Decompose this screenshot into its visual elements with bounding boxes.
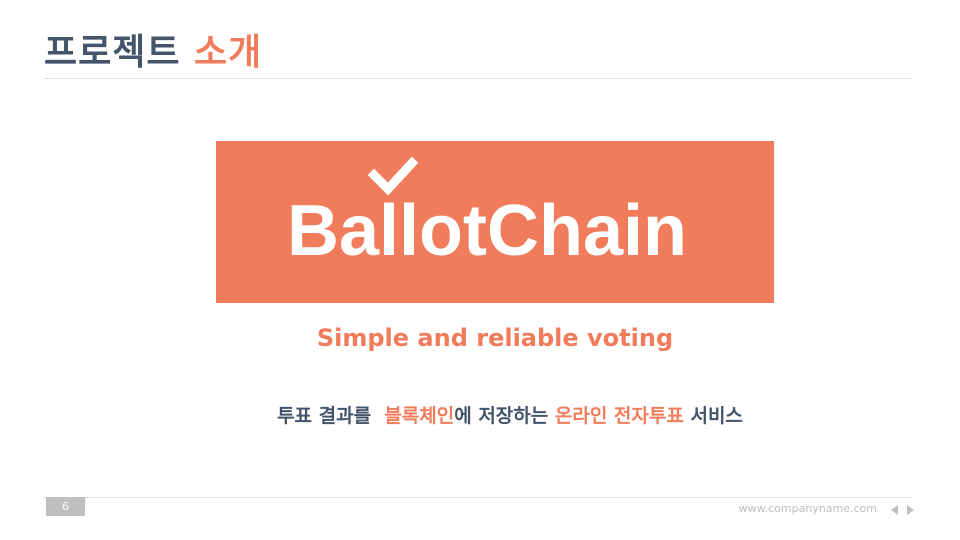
description: 투표 결과를 블록체인에 저장하는 온라인 전자투표 서비스: [150, 402, 870, 430]
title-divider: [44, 78, 912, 79]
footer-website: www.companyname.com: [738, 502, 877, 515]
slide-title-main: 프로젝트: [44, 32, 181, 73]
description-part1: 투표 결과를: [277, 405, 385, 427]
description-part3: 서비스: [683, 405, 743, 427]
slide-title-accent: 소개: [194, 32, 263, 73]
triangle-right-icon[interactable]: [906, 503, 916, 517]
page-number: 6: [46, 497, 85, 516]
description-highlight-evoting: 온라인 전자투표: [554, 405, 684, 427]
logo-banner: BallotChain: [216, 141, 774, 303]
logo-text: BallotChain: [286, 191, 687, 271]
slide-title: 프로젝트 소개: [44, 30, 262, 76]
description-highlight-blockchain: 블록체인: [384, 405, 455, 427]
triangle-left-icon[interactable]: [889, 503, 899, 517]
description-part2: 에 저장하는: [454, 405, 555, 427]
tagline: Simple and reliable voting: [316, 324, 674, 352]
footer-divider: [44, 497, 912, 498]
